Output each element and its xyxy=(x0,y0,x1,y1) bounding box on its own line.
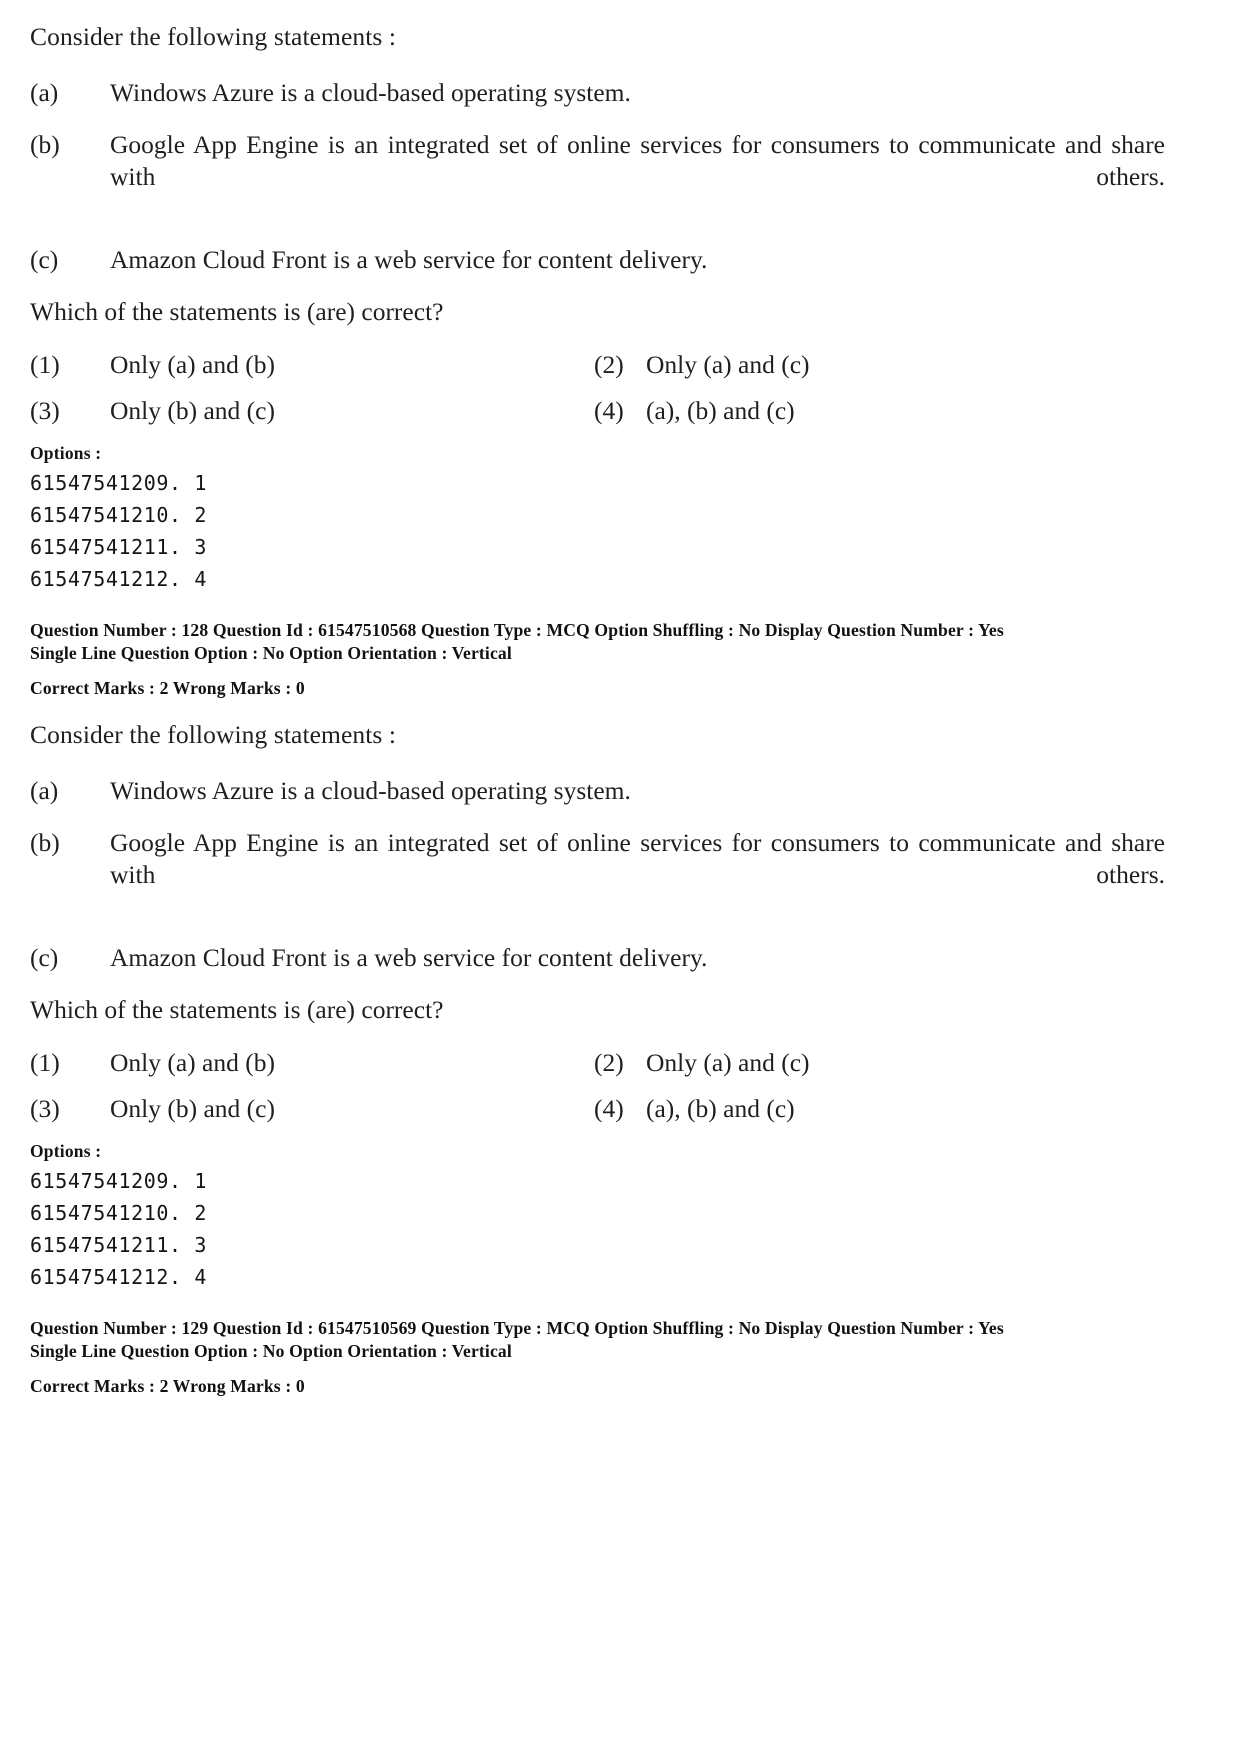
choice-number: (2) xyxy=(594,350,624,380)
choice-label: (a), (b) and (c) xyxy=(646,396,795,426)
choice-label: Only (b) and (c) xyxy=(110,396,275,426)
choice-option-2[interactable]: (2) Only (a) and (c) xyxy=(578,350,1212,379)
statement-label: (a) xyxy=(30,78,59,108)
option-id-entry: 61547541211. 3 xyxy=(30,534,207,559)
statement-text: Windows Azure is a cloud-based operating… xyxy=(110,776,631,806)
choice-label: Only (b) and (c) xyxy=(110,1094,275,1124)
choice-number: (4) xyxy=(594,1094,624,1124)
choice-number: (4) xyxy=(594,396,624,426)
statement-item: (c) Amazon Cloud Front is a web service … xyxy=(28,942,1212,973)
choice-row: (1) Only (a) and (b) (2) Only (a) and (c… xyxy=(28,1048,1212,1077)
choice-option-2[interactable]: (2) Only (a) and (c) xyxy=(578,1048,1212,1077)
option-id-entry: 61547541209. 1 xyxy=(30,1168,207,1193)
option-id-entry: 61547541211. 3 xyxy=(30,1232,207,1257)
option-id-entry: 61547541212. 4 xyxy=(30,1264,207,1289)
question-block-128: Consider the following statements : (a) … xyxy=(28,22,1212,700)
choice-label: Only (a) and (c) xyxy=(646,1048,810,1078)
question-block-129: Consider the following statements : (a) … xyxy=(28,720,1212,1398)
option-id-entry: 61547541210. 2 xyxy=(30,502,207,527)
choice-option-4[interactable]: (4) (a), (b) and (c) xyxy=(578,396,1212,425)
statement-text: Windows Azure is a cloud-based operating… xyxy=(110,78,631,108)
choice-option-1[interactable]: (1) Only (a) and (b) xyxy=(28,350,578,379)
document-page: Consider the following statements : (a) … xyxy=(0,0,1240,1754)
choice-row: (3) Only (b) and (c) (4) (a), (b) and (c… xyxy=(28,1094,1212,1123)
statement-item: (b) Google App Engine is an integrated s… xyxy=(28,827,1212,920)
choice-row: (1) Only (a) and (b) (2) Only (a) and (c… xyxy=(28,350,1212,379)
lead-question: Which of the statements is (are) correct… xyxy=(30,296,444,326)
statement-item: (a) Windows Azure is a cloud-based opera… xyxy=(28,775,1212,806)
statement-label: (c) xyxy=(30,942,59,972)
option-id-entry: 61547541212. 4 xyxy=(30,566,207,591)
choice-row: (3) Only (b) and (c) (4) (a), (b) and (c… xyxy=(28,396,1212,425)
question-metadata: Question Number : 129 Question Id : 6154… xyxy=(28,1317,1212,1398)
choice-option-3[interactable]: (3) Only (b) and (c) xyxy=(28,396,578,425)
choice-label: Only (a) and (c) xyxy=(646,350,810,380)
statement-list: (a) Windows Azure is a cloud-based opera… xyxy=(28,77,1212,275)
question-stem: Consider the following statements : xyxy=(30,22,397,51)
metadata-line-options: Single Line Question Option : No Option … xyxy=(30,1341,512,1362)
statement-list: (a) Windows Azure is a cloud-based opera… xyxy=(28,775,1212,973)
choice-number: (3) xyxy=(30,1094,60,1124)
statement-text: Amazon Cloud Front is a web service for … xyxy=(110,244,708,274)
choice-list: (1) Only (a) and (b) (2) Only (a) and (c… xyxy=(28,1048,1212,1124)
metadata-line-identity: Question Number : 128 Question Id : 6154… xyxy=(30,619,1004,640)
choice-option-4[interactable]: (4) (a), (b) and (c) xyxy=(578,1094,1212,1123)
statement-item: (a) Windows Azure is a cloud-based opera… xyxy=(28,77,1212,108)
lead-question: Which of the statements is (are) correct… xyxy=(30,994,444,1024)
choice-label: (a), (b) and (c) xyxy=(646,1094,795,1124)
choice-label: Only (a) and (b) xyxy=(110,1048,275,1078)
choice-option-1[interactable]: (1) Only (a) and (b) xyxy=(28,1048,578,1077)
options-id-section: Options : 61547541209. 1 61547541210. 2 … xyxy=(28,1141,1212,1287)
metadata-line-identity: Question Number : 129 Question Id : 6154… xyxy=(30,1317,1004,1338)
statement-label: (b) xyxy=(30,828,60,858)
metadata-line-marks: Correct Marks : 2 Wrong Marks : 0 xyxy=(30,677,305,698)
statement-label: (b) xyxy=(30,130,60,160)
question-stem: Consider the following statements : xyxy=(30,719,397,749)
statement-text: Amazon Cloud Front is a web service for … xyxy=(110,942,708,972)
statement-text: Google App Engine is an integrated set o… xyxy=(110,130,1165,191)
metadata-line-marks: Correct Marks : 2 Wrong Marks : 0 xyxy=(30,1375,305,1396)
choice-number: (3) xyxy=(30,396,60,426)
statement-label: (c) xyxy=(30,244,59,274)
option-id-entry: 61547541210. 2 xyxy=(30,1200,207,1225)
choice-number: (2) xyxy=(594,1048,624,1078)
options-label: Options : xyxy=(30,1140,102,1161)
choice-option-3[interactable]: (3) Only (b) and (c) xyxy=(28,1094,578,1123)
statement-text: Google App Engine is an integrated set o… xyxy=(110,828,1165,889)
options-label: Options : xyxy=(30,442,102,463)
question-metadata: Question Number : 128 Question Id : 6154… xyxy=(28,619,1212,700)
metadata-line-options: Single Line Question Option : No Option … xyxy=(30,643,512,664)
choice-label: Only (a) and (b) xyxy=(110,350,275,380)
statement-item: (c) Amazon Cloud Front is a web service … xyxy=(28,244,1212,275)
option-id-entry: 61547541209. 1 xyxy=(30,470,207,495)
choice-number: (1) xyxy=(30,350,60,380)
statement-label: (a) xyxy=(30,776,59,806)
choice-number: (1) xyxy=(30,1048,60,1078)
options-id-section: Options : 61547541209. 1 61547541210. 2 … xyxy=(28,443,1212,589)
statement-item: (b) Google App Engine is an integrated s… xyxy=(28,129,1212,222)
choice-list: (1) Only (a) and (b) (2) Only (a) and (c… xyxy=(28,350,1212,426)
